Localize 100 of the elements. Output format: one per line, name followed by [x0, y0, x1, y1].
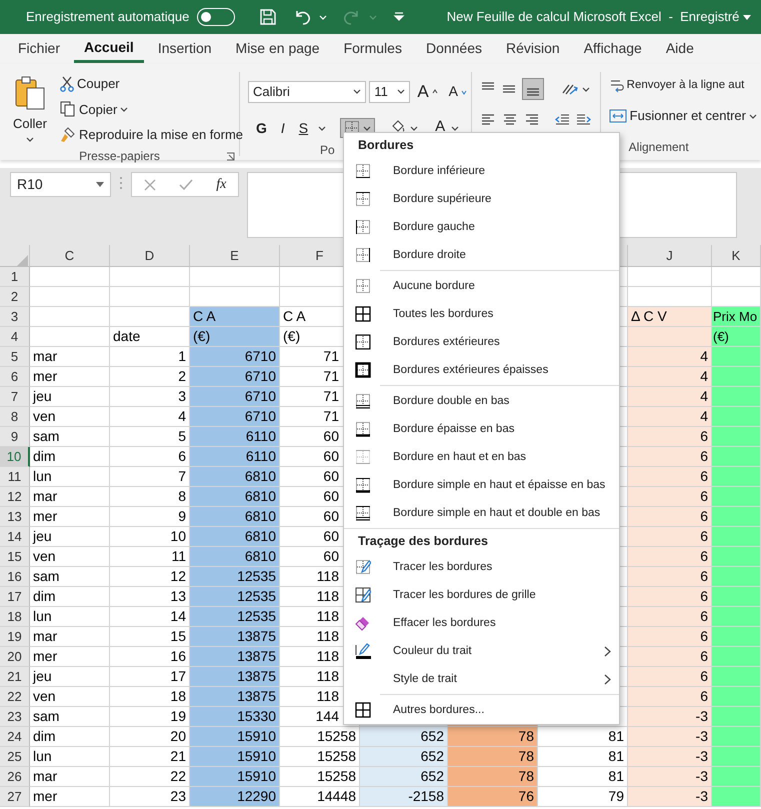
- shrink-font-button[interactable]: A: [444, 79, 471, 104]
- all-borders-icon: [355, 702, 371, 718]
- chevron-icon: [604, 674, 611, 684]
- row-header[interactable]: 7: [0, 387, 30, 407]
- table-cell: -3: [628, 727, 712, 747]
- insert-function-button[interactable]: fx: [216, 174, 226, 195]
- copy-button[interactable]: Copier: [56, 98, 248, 121]
- font-size-field[interactable]: 11: [369, 80, 410, 103]
- check-icon[interactable]: [178, 178, 193, 190]
- table-cell: (€): [190, 327, 280, 347]
- table-cell: mar: [30, 767, 110, 787]
- bold-button[interactable]: G: [252, 116, 271, 140]
- paintbrush-icon: [60, 126, 76, 143]
- row-header[interactable]: 16: [0, 567, 30, 587]
- row-header[interactable]: 3: [0, 307, 30, 327]
- row-header[interactable]: 19: [0, 627, 30, 647]
- menu-item[interactable]: Bordure inférieure: [344, 157, 619, 185]
- ribbon-tab[interactable]: Données: [416, 36, 492, 62]
- row-header[interactable]: 23: [0, 707, 30, 727]
- row-header[interactable]: 27: [0, 787, 30, 807]
- autosave-toggle[interactable]: [197, 8, 236, 26]
- row-header[interactable]: 9: [0, 427, 30, 447]
- scissors-icon: [60, 76, 74, 92]
- row-header[interactable]: 17: [0, 587, 30, 607]
- table-cell: 12535: [190, 607, 280, 627]
- font-name-field[interactable]: Calibri: [248, 80, 366, 103]
- row-header[interactable]: 14: [0, 527, 30, 547]
- ribbon-tab[interactable]: Mise en page: [226, 36, 330, 62]
- row-header[interactable]: 10: [0, 447, 30, 467]
- row-header[interactable]: 24: [0, 727, 30, 747]
- window-title[interactable]: New Feuille de calcul Microsoft Excel - Enregistré: [446, 7, 751, 27]
- menu-item[interactable]: Bordure supérieure: [344, 185, 619, 213]
- ribbon-tab[interactable]: Révision: [496, 36, 570, 62]
- group-label: Po: [320, 142, 335, 156]
- top-border-icon: [355, 191, 371, 207]
- table-cell: -3: [628, 747, 712, 767]
- row-header[interactable]: 1: [0, 267, 30, 287]
- table-cell: 6710: [190, 387, 280, 407]
- menu-heading: Bordures: [357, 137, 415, 154]
- left-border-icon: [355, 219, 371, 235]
- row-header[interactable]: 22: [0, 687, 30, 707]
- row-header[interactable]: 13: [0, 507, 30, 527]
- table-cell: [712, 547, 761, 567]
- ribbon-tab[interactable]: Aide: [656, 36, 704, 62]
- double-bottom-border-icon: [355, 393, 371, 409]
- table-cell: dim: [30, 447, 110, 467]
- table-cell: jeu: [30, 387, 110, 407]
- italic-button[interactable]: I: [276, 116, 289, 140]
- table-cell: lun: [30, 747, 110, 767]
- copy-icon: [60, 101, 76, 118]
- customize-icon[interactable]: [393, 12, 406, 22]
- ribbon-tab[interactable]: Formules: [334, 36, 412, 62]
- table-cell: 12290: [190, 787, 280, 807]
- table-cell: 652: [360, 727, 448, 747]
- table-cell: Prix Mo: [712, 307, 761, 327]
- grow-font-button[interactable]: A: [413, 77, 442, 106]
- save-icon[interactable]: [259, 8, 278, 26]
- row-header[interactable]: 25: [0, 747, 30, 767]
- outside-borders-icon: [355, 334, 371, 350]
- row-header[interactable]: 18: [0, 607, 30, 627]
- column-header[interactable]: D: [110, 245, 190, 267]
- row-header[interactable]: 6: [0, 367, 30, 387]
- ribbon-tab[interactable]: Insertion: [148, 36, 222, 62]
- table-cell: [712, 387, 761, 407]
- column-header[interactable]: E: [190, 245, 280, 267]
- column-header[interactable]: K: [712, 245, 761, 267]
- name-box[interactable]: R10: [10, 172, 111, 197]
- row-header[interactable]: 2: [0, 287, 30, 307]
- cut-button[interactable]: Couper: [56, 72, 248, 96]
- underline-button[interactable]: S: [294, 116, 312, 140]
- paste-button[interactable]: Coller: [8, 72, 52, 146]
- row-header[interactable]: 15: [0, 547, 30, 567]
- table-cell: mer: [30, 507, 110, 527]
- format-painter-button[interactable]: Reproduire la mise en forme: [56, 123, 248, 146]
- dialog-launcher-icon[interactable]: [226, 152, 235, 160]
- row-header[interactable]: 5: [0, 347, 30, 367]
- row-header[interactable]: 21: [0, 667, 30, 687]
- menu-item[interactable]: Aucune bordure: [344, 272, 619, 300]
- column-header[interactable]: J: [628, 245, 712, 267]
- table-cell: [712, 667, 761, 687]
- table-cell: 6110: [190, 447, 280, 467]
- caret-icon: [120, 106, 128, 112]
- table-cell: 12535: [190, 567, 280, 587]
- row-header[interactable]: 8: [0, 407, 30, 427]
- table-cell: [712, 767, 761, 787]
- row-header[interactable]: 20: [0, 647, 30, 667]
- wrap-text-button[interactable]: Renvoyer à la ligne aut: [604, 75, 761, 96]
- merge-button[interactable]: Fusionner et centrer: [604, 104, 761, 128]
- ribbon-tab[interactable]: Affichage: [574, 36, 652, 62]
- menu-item[interactable]: Bordure gauche: [344, 213, 619, 241]
- table-cell: sam: [30, 707, 110, 727]
- table-cell: 6: [628, 427, 712, 447]
- row-header[interactable]: 12: [0, 487, 30, 507]
- row-header[interactable]: 26: [0, 767, 30, 787]
- ribbon-tab[interactable]: Fichier: [8, 36, 70, 62]
- table-cell: 78: [448, 767, 538, 787]
- row-header[interactable]: 4: [0, 327, 30, 347]
- row-header[interactable]: 11: [0, 467, 30, 487]
- column-header[interactable]: C: [30, 245, 110, 267]
- caret-icon: [318, 126, 326, 130]
